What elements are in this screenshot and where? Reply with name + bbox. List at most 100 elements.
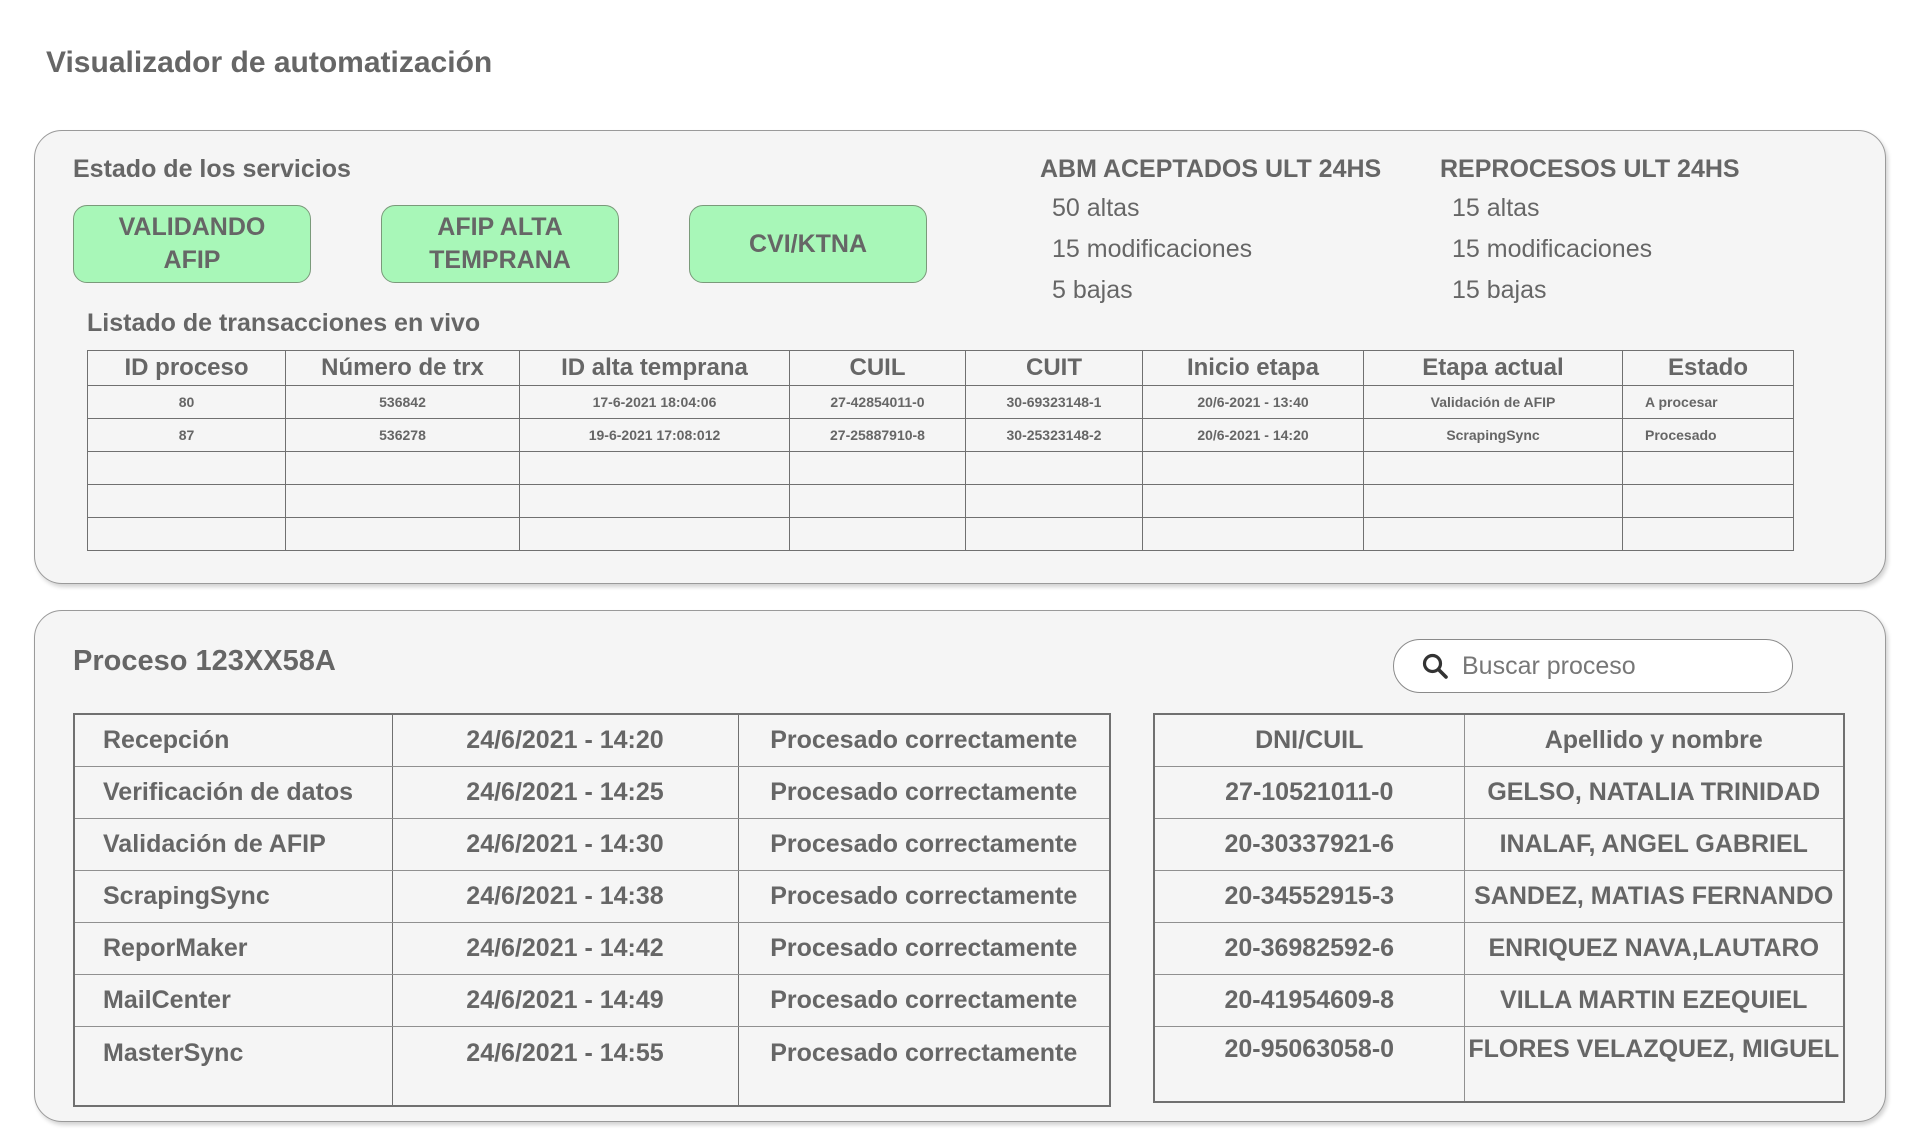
column-header[interactable]: CUIT xyxy=(965,350,1143,386)
stage-status: Procesado correctamente xyxy=(738,870,1110,923)
table-row[interactable]: 20-95063058-0 FLORES VELAZQUEZ, MIGUEL xyxy=(1153,1026,1845,1103)
table-cell: 536842 xyxy=(285,385,520,419)
service-label: TEMPRANA xyxy=(429,246,571,274)
stage-name: Validación de AFIP xyxy=(74,818,393,871)
transactions-table: ID proceso Número de trx ID alta tempran… xyxy=(87,350,1794,551)
table-cell: Validación de AFIP xyxy=(1363,385,1623,419)
table-row[interactable]: 20-41954609-8 VILLA MARTIN EZEQUIEL xyxy=(1153,974,1845,1027)
column-header[interactable]: ID proceso xyxy=(87,350,286,386)
stage-status: Procesado correctamente xyxy=(738,974,1110,1027)
abm-modificaciones: 15 modificaciones xyxy=(1052,235,1253,263)
table-row[interactable]: 80 536842 17-6-2021 18:04:06 27-42854011… xyxy=(87,385,1794,419)
table-row[interactable]: MasterSync 24/6/2021 - 14:55 Procesado c… xyxy=(74,1026,1110,1106)
table-header-row: DNI/CUIL Apellido y nombre xyxy=(1153,713,1845,767)
table-row[interactable]: ScrapingSync 24/6/2021 - 14:38 Procesado… xyxy=(74,870,1110,923)
process-panel: Proceso 123XX58A Recepción 24/6/2021 - 1… xyxy=(34,610,1886,1122)
table-cell: 17-6-2021 18:04:06 xyxy=(519,385,790,419)
table-cell: 87 xyxy=(87,418,286,452)
abm-bajas: 5 bajas xyxy=(1052,276,1133,304)
reprocesos-bajas: 15 bajas xyxy=(1452,276,1547,304)
stage-time: 24/6/2021 - 14:25 xyxy=(392,766,739,819)
service-label: AFIP xyxy=(163,246,221,274)
person-name: SANDEZ, MATIAS FERNANDO xyxy=(1463,870,1845,923)
person-id: 20-41954609-8 xyxy=(1153,974,1465,1027)
person-name: INALAF, ANGEL GABRIEL xyxy=(1463,818,1845,871)
table-cell: 536278 xyxy=(285,418,520,452)
column-header[interactable]: Etapa actual xyxy=(1363,350,1623,386)
transactions-title: Listado de transacciones en vivo xyxy=(87,309,481,337)
table-cell: A procesar xyxy=(1622,385,1794,419)
reprocesos-stats: REPROCESOS ULT 24HS 15 altas 15 modifica… xyxy=(1440,155,1740,311)
table-row[interactable]: 20-34552915-3 SANDEZ, MATIAS FERNANDO xyxy=(1153,870,1845,923)
stage-status: Procesado correctamente xyxy=(738,766,1110,819)
table-row[interactable]: Recepción 24/6/2021 - 14:20 Procesado co… xyxy=(74,714,1110,767)
table-row[interactable]: 20-30337921-6 INALAF, ANGEL GABRIEL xyxy=(1153,818,1845,871)
person-name: GELSO, NATALIA TRINIDAD xyxy=(1463,766,1845,819)
service-validando-afip-button[interactable]: VALIDANDO AFIP xyxy=(73,205,311,283)
person-name: FLORES VELAZQUEZ, MIGUEL xyxy=(1463,1026,1845,1103)
person-id: 20-34552915-3 xyxy=(1153,870,1465,923)
column-header[interactable]: Apellido y nombre xyxy=(1463,713,1845,767)
person-id: 20-30337921-6 xyxy=(1153,818,1465,871)
stage-time: 24/6/2021 - 14:38 xyxy=(392,870,739,923)
stages-table: Recepción 24/6/2021 - 14:20 Procesado co… xyxy=(73,713,1111,1107)
person-name: VILLA MARTIN EZEQUIEL xyxy=(1463,974,1845,1027)
service-label: VALIDANDO xyxy=(118,213,266,241)
table-row-empty xyxy=(87,451,1794,485)
table-cell: 30-25323148-2 xyxy=(965,418,1143,452)
services-panel: Estado de los servicios VALIDANDO AFIP AF… xyxy=(34,130,1886,584)
column-header[interactable]: CUIL xyxy=(789,350,966,386)
column-header[interactable]: DNI/CUIL xyxy=(1153,713,1465,767)
service-label: CVI/KTNA xyxy=(748,229,868,258)
table-row[interactable]: Validación de AFIP 24/6/2021 - 14:30 Pro… xyxy=(74,818,1110,871)
column-header[interactable]: Número de trx xyxy=(285,350,520,386)
table-row[interactable]: ReporMaker 24/6/2021 - 14:42 Procesado c… xyxy=(74,922,1110,975)
table-row[interactable]: Verificación de datos 24/6/2021 - 14:25 … xyxy=(74,766,1110,819)
service-cvi-ktna-button[interactable]: CVI/KTNA xyxy=(689,205,927,283)
table-cell: ScrapingSync xyxy=(1363,418,1623,452)
reprocesos-modificaciones: 15 modificaciones xyxy=(1452,235,1653,263)
person-id: 20-95063058-0 xyxy=(1153,1026,1465,1103)
column-header[interactable]: Inicio etapa xyxy=(1142,350,1364,386)
search-input[interactable] xyxy=(1460,650,1774,682)
stage-status: Procesado correctamente xyxy=(738,922,1110,975)
stage-name: Recepción xyxy=(74,714,393,767)
stage-status: Procesado correctamente xyxy=(770,1039,1078,1067)
table-cell: 27-42854011-0 xyxy=(789,385,966,419)
stage-time: 24/6/2021 - 14:55 xyxy=(392,1026,739,1106)
stage-name: Verificación de datos xyxy=(74,766,393,819)
service-afip-alta-temprana-button[interactable]: AFIP ALTA TEMPRANA xyxy=(381,205,619,283)
reprocesos-title: REPROCESOS ULT 24HS xyxy=(1440,155,1740,183)
abm-title: ABM ACEPTADOS ULT 24HS xyxy=(1040,155,1382,183)
table-row[interactable]: 87 536278 19-6-2021 17:08:012 27-2588791… xyxy=(87,418,1794,452)
stage-name: MailCenter xyxy=(74,974,393,1027)
stage-name: MasterSync xyxy=(74,1026,393,1106)
search-icon xyxy=(1422,653,1448,679)
persons-table: DNI/CUIL Apellido y nombre 27-10521011-0… xyxy=(1153,713,1845,1103)
table-cell: 20/6-2021 - 13:40 xyxy=(1142,385,1364,419)
stage-time: 24/6/2021 - 14:30 xyxy=(392,818,739,871)
stage-status: Procesado correctamente xyxy=(738,714,1110,767)
stage-status: Procesado correctamente xyxy=(738,818,1110,871)
column-header[interactable]: ID alta temprana xyxy=(519,350,790,386)
table-cell: 30-69323148-1 xyxy=(965,385,1143,419)
table-row[interactable]: MailCenter 24/6/2021 - 14:49 Procesado c… xyxy=(74,974,1110,1027)
column-header[interactable]: Estado xyxy=(1622,350,1794,386)
table-cell: 20/6-2021 - 14:20 xyxy=(1142,418,1364,452)
stage-name: ScrapingSync xyxy=(74,870,393,923)
reprocesos-altas: 15 altas xyxy=(1452,194,1540,222)
table-cell: 19-6-2021 17:08:012 xyxy=(519,418,790,452)
stage-time: 24/6/2021 - 14:49 xyxy=(392,974,739,1027)
table-cell: Procesado xyxy=(1622,418,1794,452)
service-label: AFIP ALTA xyxy=(437,213,563,241)
stage-time: 24/6/2021 - 14:42 xyxy=(392,922,739,975)
abm-altas: 50 altas xyxy=(1052,194,1140,222)
person-id: 27-10521011-0 xyxy=(1153,766,1465,819)
table-row-empty xyxy=(87,484,1794,518)
person-id: 20-36982592-6 xyxy=(1153,922,1465,975)
process-title: Proceso 123XX58A xyxy=(73,645,336,677)
table-row[interactable]: 27-10521011-0 GELSO, NATALIA TRINIDAD xyxy=(1153,766,1845,819)
table-row[interactable]: 20-36982592-6 ENRIQUEZ NAVA,LAUTARO xyxy=(1153,922,1845,975)
search-box[interactable] xyxy=(1393,639,1793,693)
abm-stats: ABM ACEPTADOS ULT 24HS 50 altas 15 modif… xyxy=(1040,155,1381,311)
